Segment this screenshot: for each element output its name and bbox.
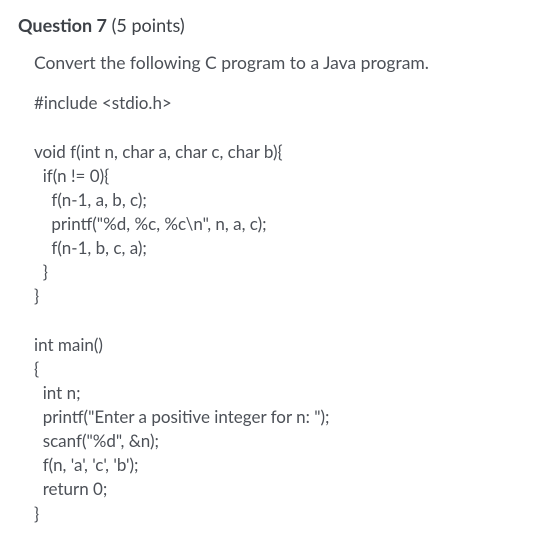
question-number: Question 7 (18, 14, 107, 36)
question-points: (5 points) (112, 14, 185, 36)
question-content: Convert the following C program to a Jav… (18, 50, 522, 526)
question-header: Question 7 (5 points) (18, 12, 522, 38)
question-prompt: Convert the following C program to a Jav… (34, 50, 522, 75)
code-block: #include <stdio.h> void f(int n, char a,… (34, 91, 522, 525)
